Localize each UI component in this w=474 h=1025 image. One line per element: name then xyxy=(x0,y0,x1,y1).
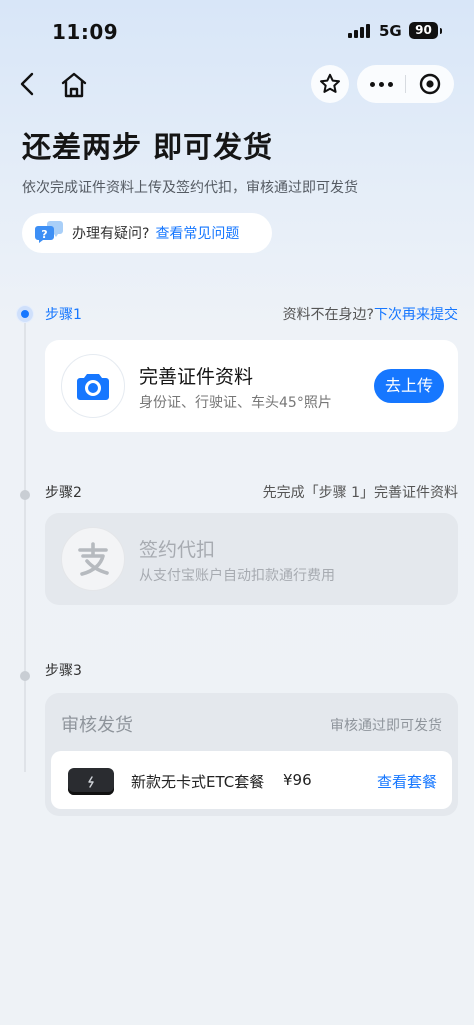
package-name: 新款无卡式ETC套餐 xyxy=(131,773,265,791)
step1-label: 步骤1 xyxy=(45,307,82,323)
alipay-icon xyxy=(78,542,109,576)
review-shipping-card: 审核发货 审核通过即可发货 新款无卡式ETC套餐 ¥96 查看套餐 xyxy=(45,693,458,816)
card-title: 审核发货 xyxy=(61,715,133,736)
help-chat-icon: ? xyxy=(34,218,64,248)
camera-icon-wrap xyxy=(61,354,125,418)
etc-device-icon xyxy=(68,768,114,795)
help-faq-pill[interactable]: ? 办理有疑问? 查看常见问题 xyxy=(22,213,272,253)
status-time: 11:09 xyxy=(52,20,119,44)
step3-indicator xyxy=(20,671,30,681)
status-bar: 11:09 5G 90 xyxy=(0,0,474,62)
step2-label: 步骤2 xyxy=(45,485,82,501)
step2-indicator xyxy=(20,490,30,500)
card-hint: 审核通过即可发货 xyxy=(330,718,442,734)
alipay-icon-wrap xyxy=(61,527,125,591)
card-subtitle: 从支付宝账户自动扣款通行费用 xyxy=(139,568,335,584)
more-icon[interactable] xyxy=(357,65,405,103)
svg-text:?: ? xyxy=(41,228,47,241)
card-subtitle: 身份证、行驶证、车头45°照片 xyxy=(139,395,332,411)
step1-hint: 资料不在身边?下次再来提交 xyxy=(283,304,458,324)
view-package-link[interactable]: 查看套餐 xyxy=(377,771,437,792)
package-row: 新款无卡式ETC套餐 ¥96 查看套餐 xyxy=(51,751,452,809)
timeline-line xyxy=(24,322,26,772)
favorite-button[interactable] xyxy=(311,65,349,103)
step2-hint: 先完成「步骤 1」完善证件资料 xyxy=(262,485,458,501)
camera-icon xyxy=(77,374,109,400)
page-title: 还差两步 即可发货 xyxy=(22,130,274,164)
sign-withholding-card: 签约代扣 从支付宝账户自动扣款通行费用 xyxy=(45,513,458,605)
battery-icon: 90 xyxy=(409,22,442,39)
step3-label: 步骤3 xyxy=(45,663,82,679)
step1-indicator xyxy=(17,306,33,322)
home-icon[interactable] xyxy=(58,70,90,100)
back-icon[interactable] xyxy=(14,70,42,98)
star-icon xyxy=(320,73,340,93)
card-title: 完善证件资料 xyxy=(139,366,254,388)
nav-bar xyxy=(0,62,474,108)
submit-later-link[interactable]: 下次再来提交 xyxy=(374,307,458,323)
signal-icon xyxy=(348,24,370,38)
package-price: ¥96 xyxy=(283,771,312,789)
step1-hint-text: 资料不在身边? xyxy=(282,307,374,323)
upload-button[interactable]: 去上传 xyxy=(374,369,444,403)
card-title: 签约代扣 xyxy=(139,539,216,561)
mini-app-capsule xyxy=(357,65,454,103)
faq-link[interactable]: 查看常见问题 xyxy=(155,223,239,243)
help-question: 办理有疑问? xyxy=(72,226,150,242)
page-subtitle: 依次完成证件资料上传及签约代扣，审核通过即可发货 xyxy=(22,180,358,196)
network-type: 5G xyxy=(379,22,402,40)
close-target-icon[interactable] xyxy=(406,65,454,103)
upload-documents-card[interactable]: 完善证件资料 身份证、行驶证、车头45°照片 去上传 xyxy=(45,340,458,432)
